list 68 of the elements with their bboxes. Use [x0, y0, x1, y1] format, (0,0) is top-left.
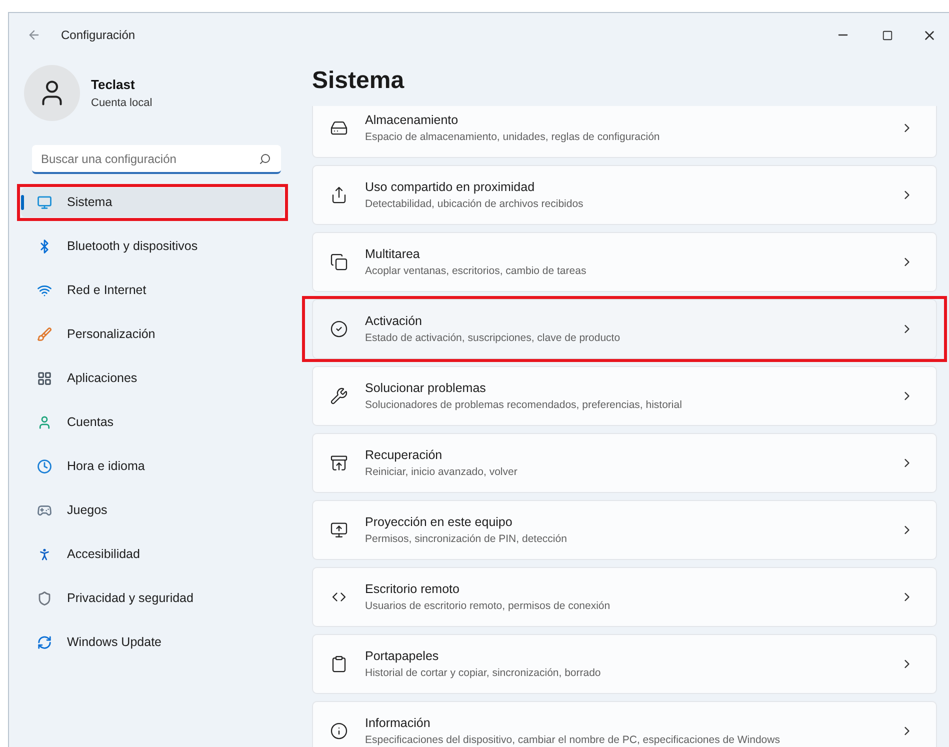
maximize-icon	[882, 30, 892, 40]
brush-icon	[37, 327, 52, 342]
info-icon	[330, 722, 348, 740]
card-description: Detectabilidad, ubicación de archivos recibidos	[365, 196, 584, 212]
card-title: Escritorio remoto	[365, 580, 460, 598]
gamepad-icon	[37, 503, 52, 518]
sidebar-item[interactable]: Personalización	[21, 320, 284, 349]
refresh-icon	[37, 635, 52, 650]
drive-icon	[330, 119, 348, 137]
recovery-icon	[330, 454, 348, 472]
card-title: Activación	[365, 312, 423, 330]
card-title: Recuperación	[365, 446, 444, 464]
sidebar-item[interactable]: Aplicaciones	[21, 364, 284, 393]
shield-icon	[37, 591, 52, 606]
settings-card[interactable]: Portapapeles Historial de cortar y copiar, sincronización, borrado	[312, 634, 937, 694]
card-title: Solucionar problemas	[365, 380, 487, 397]
sidebar-item[interactable]: Red e Internet	[21, 276, 284, 305]
settings-card[interactable]: Información Especificaciones del dispositivo, cambiar el nombre de PC, especificaciones de Windows	[312, 701, 937, 747]
wrench-icon	[330, 387, 348, 405]
person-icon	[37, 415, 52, 430]
clipboard-icon	[330, 655, 348, 673]
apps-icon	[37, 371, 52, 386]
card-description: Reiniciar, inicio avanzado, volver	[365, 464, 518, 480]
card-description: Estado de activación, suscripciones, clave de producto	[365, 330, 622, 346]
card-title: Portapapeles	[365, 648, 440, 665]
clock-icon	[37, 459, 52, 474]
settings-card[interactable]: Multitarea Acoplar ventanas, escritorios, cambio de tareas	[312, 232, 937, 292]
search-field[interactable]: Buscar una configuración	[32, 145, 281, 174]
card-title: Uso compartido en proximidad	[365, 178, 536, 196]
sidebar-item[interactable]: Windows Update	[21, 628, 284, 657]
settings-card[interactable]: Proyección en este equipo Permisos, sincronización de PIN, detección	[312, 500, 937, 560]
settings-card[interactable]: Almacenamiento Espacio de almacenamiento, unidades, reglas de configuración	[312, 106, 937, 158]
sidebar-item[interactable]: Cuentas	[21, 408, 284, 437]
windows-stack-icon	[330, 253, 348, 271]
check-circle-icon	[330, 320, 348, 338]
wifi-icon	[37, 283, 52, 298]
card-title: Información	[365, 714, 432, 732]
sidebar-item[interactable]: Bluetooth y dispositivos	[21, 232, 284, 261]
card-title: Almacenamiento	[365, 112, 460, 129]
card-description: Usuarios de escritorio remoto, permisos de conexión	[365, 598, 612, 614]
card-description: Historial de cortar y copiar, sincronización, borrado	[365, 666, 602, 680]
accessibility-icon	[37, 547, 52, 562]
settings-card[interactable]: Recuperación Reiniciar, inicio avanzado, volver	[312, 433, 937, 493]
account-name: Teclast	[91, 76, 136, 94]
sidebar-item[interactable]: Hora e idioma	[21, 452, 284, 481]
card-description: Espacio de almacenamiento, unidades, reglas de configuración	[365, 130, 661, 144]
selection-indicator	[21, 195, 24, 210]
window-title: Configuración	[61, 27, 136, 44]
page-title: Sistema	[312, 66, 406, 96]
card-description: Especificaciones del dispositivo, cambiar el nombre de PC, especificaciones de Windows	[365, 732, 781, 747]
card-description: Solucionadores de problemas recomendados, preferencias, historial	[365, 398, 683, 412]
search-icon	[259, 153, 271, 165]
card-title: Proyección en este equipo	[365, 514, 514, 531]
settings-card[interactable]: Solucionar problemas Solucionadores de problemas recomendados, preferencias, historial	[312, 366, 937, 426]
account-type: Cuenta local	[91, 96, 152, 110]
sidebar-item[interactable]: Privacidad y seguridad	[21, 584, 284, 613]
card-description: Permisos, sincronización de PIN, detección	[365, 532, 568, 546]
settings-card[interactable]: Uso compartido en proximidad Detectabilidad, ubicación de archivos recibidos	[312, 165, 937, 225]
settings-card[interactable]: Activación Estado de activación, suscripciones, clave de producto	[312, 299, 937, 359]
sidebar-item[interactable]: Juegos	[21, 496, 284, 525]
monitor-icon	[37, 195, 52, 210]
sidebar-item[interactable]: Accesibilidad	[21, 540, 284, 569]
projection-icon	[330, 521, 348, 539]
card-title: Multitarea	[365, 246, 421, 263]
card-description: Acoplar ventanas, escritorios, cambio de tareas	[365, 264, 588, 278]
share-icon	[330, 186, 348, 204]
settings-card[interactable]: Escritorio remoto Usuarios de escritorio remoto, permisos de conexión	[312, 567, 937, 627]
sidebar-item[interactable]: Sistema	[21, 188, 284, 217]
